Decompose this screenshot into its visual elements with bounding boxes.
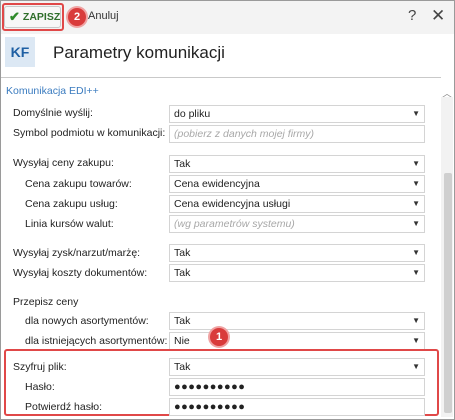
chevron-down-icon: ▼ [412,219,420,228]
label-send-purchase-prices: Wysyłaj ceny zakupu: [13,157,114,169]
send-doc-costs-select[interactable]: Tak ▼ [169,264,425,282]
confirm-password-field[interactable]: ●●●●●●●●●● [169,398,425,416]
save-label: ZAPISZ [22,11,61,23]
help-icon[interactable]: ? [408,7,416,24]
label-exchange-rate-line: Linia kursów walut: [25,218,114,230]
section-divider [1,77,441,78]
label-confirm-password: Potwierdź hasło: [25,401,103,413]
services-purchase-price-select[interactable]: Cena ewidencyjna usługi ▼ [169,195,425,213]
exchange-rate-line-value: (wg parametrów systemu) [174,218,295,230]
encrypt-file-value: Tak [174,361,191,373]
existing-assortments-value: Nie [174,335,190,347]
label-encrypt-file: Szyfruj plik: [13,361,67,373]
chevron-down-icon: ▼ [412,248,420,257]
dialog-window: ✔ ZAPISZ 2 Anuluj ? ✕ KF Parametry komun… [0,0,455,420]
save-button[interactable]: ✔ ZAPISZ [4,6,61,28]
chevron-down-icon: ▼ [412,268,420,277]
checkmark-icon: ✔ [9,9,20,24]
cancel-button[interactable]: Anuluj [88,10,119,22]
chevron-down-icon: ▼ [412,109,420,118]
chevron-down-icon: ▼ [412,199,420,208]
send-margin-select[interactable]: Tak ▼ [169,244,425,262]
chevron-down-icon: ▼ [412,362,420,371]
services-purchase-price-value: Cena ewidencyjna usługi [174,198,291,210]
confirm-password-value: ●●●●●●●●●● [174,401,246,413]
step-badge-1: 1 [210,328,228,346]
label-goods-purchase-price: Cena zakupu towarów: [25,178,132,190]
existing-assortments-select[interactable]: Nie ▼ [169,332,425,350]
send-margin-value: Tak [174,247,191,259]
password-field[interactable]: ●●●●●●●●●● [169,378,425,396]
send-purchase-prices-value: Tak [174,158,191,170]
section-title[interactable]: Komunikacja EDI++ [6,85,99,97]
label-send-margin: Wysyłaj zysk/narzut/marżę: [13,247,141,259]
goods-purchase-price-value: Cena ewidencyjna [174,178,260,190]
label-default-send: Domyślnie wyślij: [13,107,93,119]
send-purchase-prices-select[interactable]: Tak ▼ [169,155,425,173]
chevron-down-icon: ▼ [412,179,420,188]
step-badge-2: 2 [68,8,86,26]
entity-symbol-input[interactable]: (pobierz z danych mojej firmy) [169,125,425,143]
label-entity-symbol: Symbol podmiotu w komunikacji: [13,127,166,139]
default-send-select[interactable]: do pliku ▼ [169,105,425,123]
default-send-value: do pliku [174,108,211,120]
label-existing-assortments: dla istniejących asortymentów: [25,335,168,347]
label-send-doc-costs: Wysyłaj koszty dokumentów: [13,267,148,279]
chevron-down-icon: ▼ [412,336,420,345]
password-value: ●●●●●●●●●● [174,381,246,393]
send-doc-costs-value: Tak [174,267,191,279]
close-icon[interactable]: ✕ [431,6,445,26]
new-assortments-value: Tak [174,315,191,327]
label-copy-prices-heading: Przepisz ceny [13,296,79,308]
chevron-down-icon: ▼ [412,316,420,325]
scrollbar-thumb[interactable] [444,173,452,413]
toolbar: ✔ ZAPISZ 2 Anuluj ? ✕ [1,1,454,34]
new-assortments-select[interactable]: Tak ▼ [169,312,425,330]
page-header: KF Parametry komunikacji [1,34,454,76]
label-password: Hasło: [25,381,55,393]
exchange-rate-line-select[interactable]: (wg parametrów systemu) ▼ [169,215,425,233]
label-services-purchase-price: Cena zakupu usług: [25,198,118,210]
encrypt-file-select[interactable]: Tak ▼ [169,358,425,376]
label-new-assortments: dla nowych asortymentów: [25,315,149,327]
page-title: Parametry komunikacji [53,43,225,62]
module-logo: KF [5,37,35,67]
chevron-down-icon: ▼ [412,159,420,168]
goods-purchase-price-select[interactable]: Cena ewidencyjna ▼ [169,175,425,193]
entity-symbol-placeholder: (pobierz z danych mojej firmy) [174,128,315,140]
